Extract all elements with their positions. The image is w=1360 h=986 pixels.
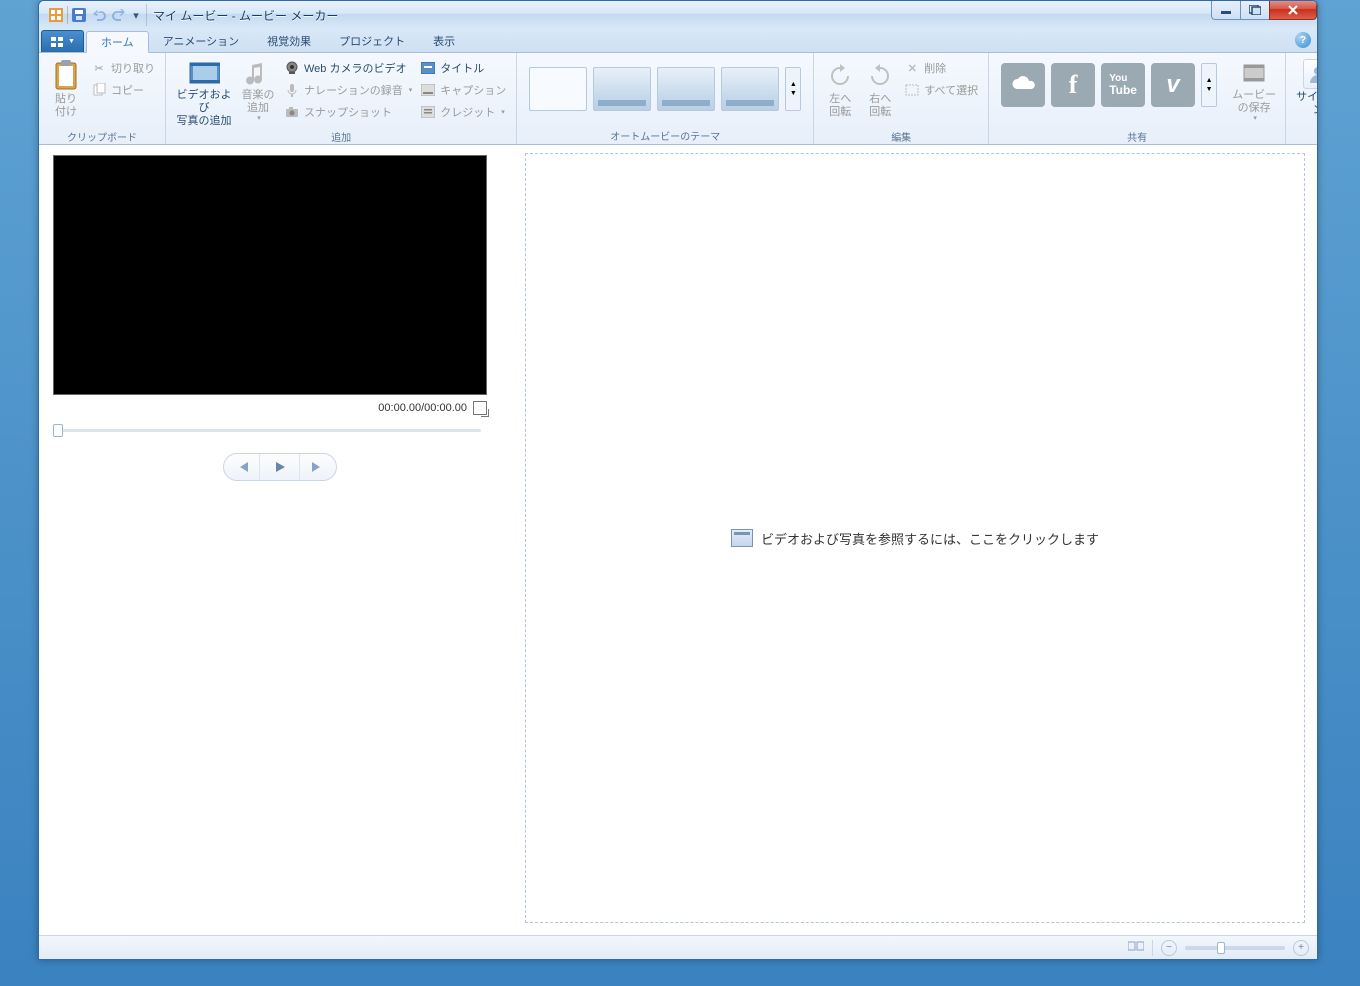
scissors-icon: ✂ (91, 60, 107, 76)
play-button[interactable] (260, 453, 300, 481)
credit-icon (420, 104, 436, 120)
help-button[interactable]: ? (1295, 32, 1311, 48)
add-media-button[interactable]: ビデオおよび 写真の追加 (172, 57, 236, 125)
user-icon (1303, 59, 1318, 89)
filmstrip-icon (188, 59, 220, 87)
rotate-left-icon (824, 59, 856, 91)
theme-none[interactable] (529, 67, 587, 111)
tab-home[interactable]: ホーム (86, 31, 149, 53)
workspace: 00:00.00/00:00.00 ビデオおよび写真を参照するには、ここをクリッ… (39, 145, 1317, 935)
tab-view[interactable]: 表示 (419, 30, 469, 52)
rotate-right-icon (864, 59, 896, 91)
group-signin: サインイン (1286, 53, 1318, 144)
caption-button[interactable]: キャプション (416, 79, 510, 101)
zoom-thumb[interactable] (1217, 942, 1225, 954)
group-clipboard: 貼り 付け ✂切り取り コピー クリップボード (39, 53, 166, 144)
narration-button[interactable]: ナレーションの録音▾ (280, 79, 416, 101)
camera-icon (284, 104, 300, 120)
quick-access-toolbar: ▾ (43, 4, 147, 26)
view-toggle-button[interactable] (1128, 940, 1144, 955)
ribbon-tabs: ▼ ホーム アニメーション 視覚効果 プロジェクト 表示 ? (39, 29, 1317, 53)
app-window: ▾ マイ ムービー - ムービー メーカー ▼ ホーム アニメーション 視覚効果… (38, 0, 1318, 960)
title-button[interactable]: タイトル (416, 57, 510, 79)
undo-icon[interactable] (90, 6, 108, 24)
transport-controls (223, 453, 337, 481)
window-title: マイ ムービー - ムービー メーカー (153, 7, 338, 24)
file-tab[interactable]: ▼ (41, 30, 84, 52)
delete-button[interactable]: ✕削除 (900, 57, 982, 79)
fullscreen-button[interactable] (473, 401, 487, 415)
group-clipboard-label: クリップボード (39, 129, 165, 145)
webcam-button[interactable]: Web カメラのビデオ (280, 57, 416, 79)
save-movie-button[interactable]: ムービー の保存▾ (1229, 57, 1279, 125)
save-icon[interactable] (70, 6, 88, 24)
media-thumbnail-icon (731, 529, 753, 547)
minimize-button[interactable] (1211, 1, 1241, 20)
microphone-icon (284, 82, 300, 98)
share-onedrive-icon[interactable] (1001, 63, 1045, 107)
copy-button[interactable]: コピー (87, 79, 159, 101)
music-note-icon (242, 59, 274, 87)
zoom-slider[interactable] (1185, 946, 1285, 950)
snapshot-button[interactable]: スナップショット (280, 101, 416, 123)
qat-dropdown[interactable]: ▾ (130, 4, 142, 26)
timeline-pane: ビデオおよび写真を参照するには、ここをクリックします (517, 145, 1317, 935)
group-edit: 左へ 回転 右へ 回転 ✕削除 すべて選択 編集 (814, 53, 989, 144)
save-movie-icon (1238, 59, 1270, 87)
tab-project[interactable]: プロジェクト (325, 30, 419, 52)
close-button[interactable] (1269, 1, 1317, 20)
ribbon: 貼り 付け ✂切り取り コピー クリップボード ビデオおよび 写真の追加 音楽の… (39, 53, 1317, 145)
tab-animation[interactable]: アニメーション (149, 30, 254, 52)
x-icon: ✕ (904, 60, 920, 76)
time-display: 00:00.00/00:00.00 (378, 402, 467, 414)
share-expand[interactable]: ▲▼ (1201, 63, 1217, 107)
video-preview (53, 155, 487, 395)
prev-frame-button[interactable] (224, 453, 260, 481)
share-facebook-icon[interactable]: f (1051, 63, 1095, 107)
timeline-placeholder: ビデオおよび写真を参照するには、ここをクリックします (761, 529, 1099, 548)
maximize-button[interactable] (1240, 1, 1270, 20)
group-themes-label: オートムービーのテーマ (517, 128, 813, 144)
themes-expand[interactable]: ▲▼ (785, 67, 801, 111)
timeline-dropzone[interactable]: ビデオおよび写真を参照するには、ここをクリックします (525, 153, 1305, 923)
rotate-left-button[interactable]: 左へ 回転 (820, 57, 860, 125)
cut-button[interactable]: ✂切り取り (87, 57, 159, 79)
share-youtube-icon[interactable]: YouTube (1101, 63, 1145, 107)
select-all-button[interactable]: すべて選択 (900, 79, 982, 101)
seek-thumb[interactable] (53, 424, 63, 437)
next-frame-button[interactable] (300, 453, 336, 481)
copy-icon (91, 82, 107, 98)
seek-bar[interactable] (53, 421, 487, 439)
group-share-label: 共有 (989, 129, 1285, 145)
theme-1[interactable] (593, 67, 651, 111)
group-themes: ▲▼ オートムービーのテーマ (517, 53, 814, 144)
clipboard-icon (50, 59, 82, 91)
rotate-right-button[interactable]: 右へ 回転 (860, 57, 900, 125)
title-icon (420, 60, 436, 76)
preview-pane: 00:00.00/00:00.00 (39, 145, 517, 935)
theme-2[interactable] (657, 67, 715, 111)
share-vimeo-icon[interactable]: v (1151, 63, 1195, 107)
credit-button[interactable]: クレジット▾ (416, 101, 510, 123)
title-bar: ▾ マイ ムービー - ムービー メーカー (39, 1, 1317, 29)
app-icon[interactable] (47, 6, 65, 24)
redo-icon[interactable] (110, 6, 128, 24)
group-edit-label: 編集 (814, 129, 988, 145)
status-bar: − + (39, 935, 1317, 959)
paste-button[interactable]: 貼り 付け (45, 57, 87, 125)
caption-icon (420, 82, 436, 98)
webcam-icon (284, 60, 300, 76)
signin-button[interactable]: サインイン (1292, 57, 1318, 125)
zoom-out-button[interactable]: − (1161, 940, 1177, 956)
tab-visual-effects[interactable]: 視覚効果 (253, 30, 325, 52)
zoom-in-button[interactable]: + (1293, 940, 1309, 956)
group-add-label: 追加 (166, 129, 516, 145)
add-music-button[interactable]: 音楽の 追加▾ (236, 57, 280, 125)
select-all-icon (904, 82, 920, 98)
theme-3[interactable] (721, 67, 779, 111)
group-add: ビデオおよび 写真の追加 音楽の 追加▾ Web カメラのビデオ ナレーションの… (166, 53, 517, 144)
group-share: f YouTube v ▲▼ ムービー の保存▾ 共有 (989, 53, 1286, 144)
